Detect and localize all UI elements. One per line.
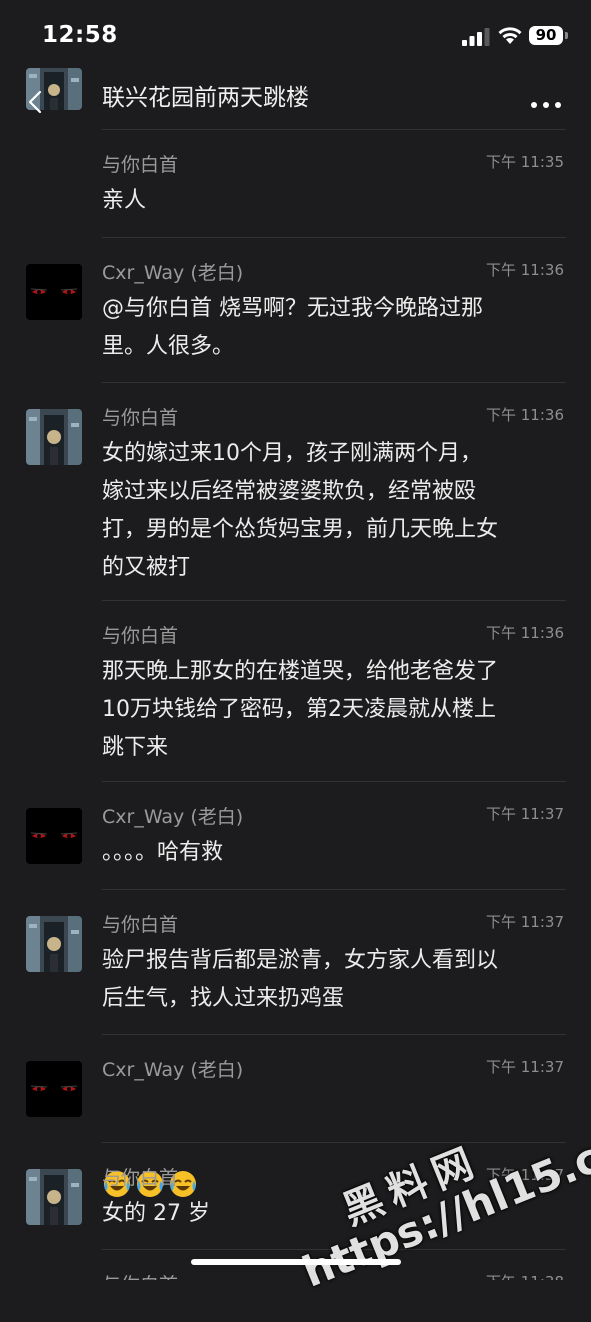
message-time: 下午 11:36	[486, 406, 564, 424]
back-chevron-icon[interactable]	[28, 90, 42, 114]
message-sender: Cxr_Way (老白)	[102, 262, 244, 284]
message-time: 下午 11:38	[486, 1271, 564, 1280]
message-text: 女的 27 岁	[102, 1201, 210, 1226]
message-time: 下午 11:36	[486, 624, 564, 642]
message-time: 下午 11:36	[486, 261, 564, 279]
message-sender: 与你白首	[102, 1270, 178, 1280]
message-item: 与你白首 下午 11:38	[0, 1250, 591, 1280]
message-text: 。。。。哈有救	[102, 840, 224, 865]
message-time: 下午 11:37	[486, 1166, 564, 1184]
home-indicator[interactable]	[191, 1259, 401, 1265]
user-avatar-eyes[interactable]	[26, 808, 82, 864]
message-time: 下午 11:37	[486, 805, 564, 823]
message-item: 与你白首 下午 11:37 女的 27 岁	[0, 1143, 591, 1250]
message-text: 验尸报告背后都是淤青，女方家人看到以 后生气，找人过来扔鸡蛋	[102, 948, 499, 1011]
user-avatar-eyes[interactable]	[26, 264, 82, 320]
message-item: 与你白首 下午 11:37 验尸报告背后都是淤青，女方家人看到以 后生气，找人过…	[0, 890, 591, 1035]
message-item: 与你白首 下午 11:35 亲人	[0, 130, 591, 238]
message-item: Cxr_Way (老白) 下午 11:37	[0, 1035, 591, 1197]
message-time: 下午 11:37	[486, 913, 564, 931]
message-sender: Cxr_Way (老白)	[102, 806, 244, 828]
message-time: 下午 11:35	[486, 153, 564, 171]
message-text: 那天晚上那女的在楼道哭，给他老爸发了 10万块钱给了密码，第2天凌晨就从楼上 跳…	[102, 659, 499, 760]
message-item: 与你白首 下午 11:36 女的嫁过来10个月，孩子刚满两个月， 嫁过来以后经常…	[0, 383, 591, 601]
chat-title: 联兴花园前两天跳楼	[102, 85, 309, 111]
message-text: 女的嫁过来10个月，孩子刚满两个月， 嫁过来以后经常被婆婆欺负，经常被殴 打，男…	[102, 441, 499, 580]
message-item: Cxr_Way (老白) 下午 11:37 。。。。哈有救	[0, 782, 591, 890]
message-text: 亲人	[102, 188, 147, 213]
status-time: 12:58	[42, 22, 118, 48]
message-item: Cxr_Way (老白) 下午 11:36 @与你白首 烧骂啊？无过我今晚路过那…	[0, 238, 591, 383]
wifi-icon	[498, 27, 522, 44]
message-sender: 与你白首	[102, 154, 179, 176]
message-time: 下午 11:37	[486, 1058, 564, 1076]
more-options-icon[interactable]	[530, 101, 562, 109]
user-avatar-cat[interactable]	[26, 409, 82, 465]
signal-icon	[462, 28, 490, 46]
message-sender: 与你白首	[102, 914, 179, 936]
message-item: 与你白首 下午 11:36 那天晚上那女的在楼道哭，给他老爸发了 10万块钱给了…	[0, 601, 591, 782]
user-avatar-cat[interactable]	[26, 916, 82, 972]
message-sender: 与你白首	[102, 407, 179, 429]
message-sender: 与你白首	[102, 625, 179, 647]
message-sender: 与你白首	[102, 1167, 179, 1189]
battery-icon: 90	[529, 26, 563, 45]
user-avatar-eyes[interactable]	[26, 1061, 82, 1117]
chat-header: 联兴花园前两天跳楼	[0, 62, 591, 130]
message-text: @与你白首 烧骂啊？无过我今晚路过那 里。人很多。	[102, 296, 483, 359]
battery-tip	[565, 32, 568, 39]
user-avatar-cat[interactable]	[26, 1169, 82, 1225]
message-sender: Cxr_Way (老白)	[102, 1059, 244, 1081]
status-bar: 12:58 90	[0, 0, 591, 62]
